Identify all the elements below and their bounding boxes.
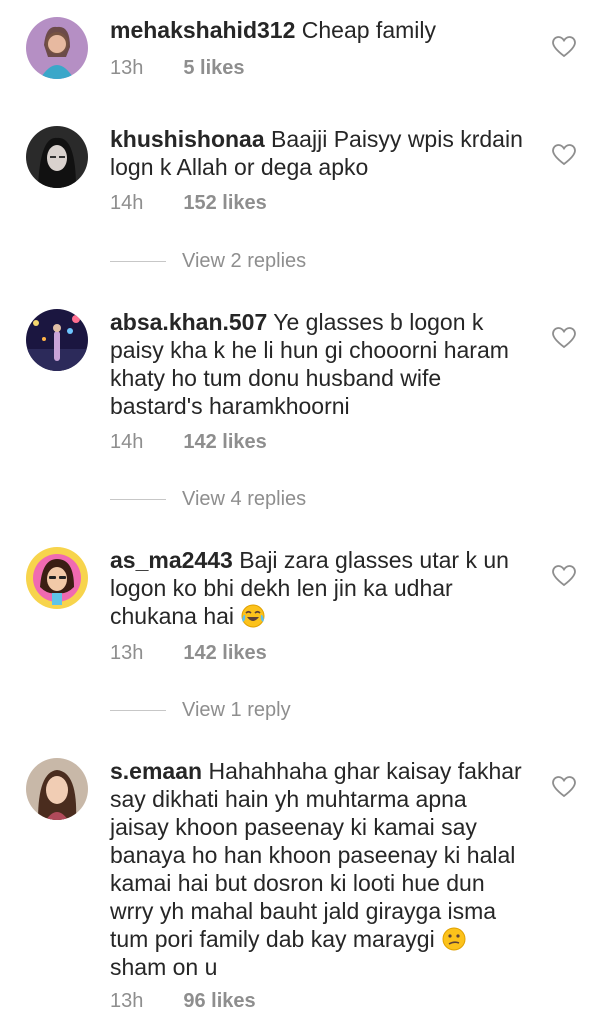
username[interactable]: khushishonaa <box>110 126 265 152</box>
tears-of-joy-emoji-icon <box>240 603 266 629</box>
likes-count[interactable]: 142 likes <box>183 642 266 664</box>
timestamp: 13h <box>110 57 144 79</box>
timestamp: 14h <box>110 431 144 453</box>
comment-text: s.emaan Hahahhaha ghar kaisay fakhar say… <box>110 757 530 981</box>
comment-body: Hahahhaha ghar kaisay fakhar say dikhati… <box>110 758 522 952</box>
comment-body: Cheap family <box>301 17 436 43</box>
heart-outline-icon[interactable] <box>552 36 576 58</box>
replies-divider <box>110 498 166 500</box>
heart-outline-icon[interactable] <box>552 565 576 587</box>
comment-text: absa.khan.507 Ye glasses b logon k paisy… <box>110 308 530 420</box>
view-replies-label: View 4 replies <box>182 487 307 510</box>
comment-meta: 13h 96 likes <box>110 990 256 1013</box>
heart-outline-icon[interactable] <box>552 776 576 798</box>
comment-body-continued: sham on u <box>110 954 218 980</box>
avatar[interactable] <box>26 309 88 371</box>
username[interactable]: absa.khan.507 <box>110 309 267 335</box>
heart-outline-icon[interactable] <box>552 144 576 166</box>
likes-count[interactable]: 152 likes <box>183 192 266 214</box>
view-replies-label: View 2 replies <box>182 249 307 272</box>
avatar[interactable] <box>26 17 88 79</box>
username[interactable]: mehakshahid312 <box>110 17 295 43</box>
timestamp: 14h <box>110 192 144 214</box>
heart-outline-icon[interactable] <box>552 327 576 349</box>
likes-count[interactable]: 142 likes <box>183 431 266 453</box>
username[interactable]: s.emaan <box>110 758 202 784</box>
comment-text: as_ma2443 Baji zara glasses utar k un lo… <box>110 546 530 630</box>
avatar[interactable] <box>26 547 88 609</box>
replies-divider <box>110 260 166 262</box>
timestamp: 13h <box>110 990 144 1012</box>
view-replies-button[interactable]: View 2 replies <box>110 249 306 273</box>
timestamp: 13h <box>110 642 144 664</box>
replies-divider <box>110 709 166 711</box>
comment-meta: 13h 5 likes <box>110 57 245 80</box>
view-replies-button[interactable]: View 4 replies <box>110 487 306 511</box>
confused-face-emoji-icon <box>441 926 467 952</box>
username[interactable]: as_ma2443 <box>110 547 233 573</box>
view-replies-label: View 1 reply <box>182 698 291 721</box>
avatar[interactable] <box>26 758 88 820</box>
comment-meta: 14h 152 likes <box>110 192 267 215</box>
likes-count[interactable]: 5 likes <box>183 57 244 79</box>
comment-text: mehakshahid312 Cheap family <box>110 16 530 44</box>
comment-meta: 13h 142 likes <box>110 642 267 665</box>
comment-text: khushishonaa Baajji Paisyy wpis krdain l… <box>110 125 530 181</box>
avatar[interactable] <box>26 126 88 188</box>
likes-count[interactable]: 96 likes <box>183 990 255 1012</box>
view-replies-button[interactable]: View 1 reply <box>110 698 291 722</box>
comment-meta: 14h 142 likes <box>110 431 267 454</box>
